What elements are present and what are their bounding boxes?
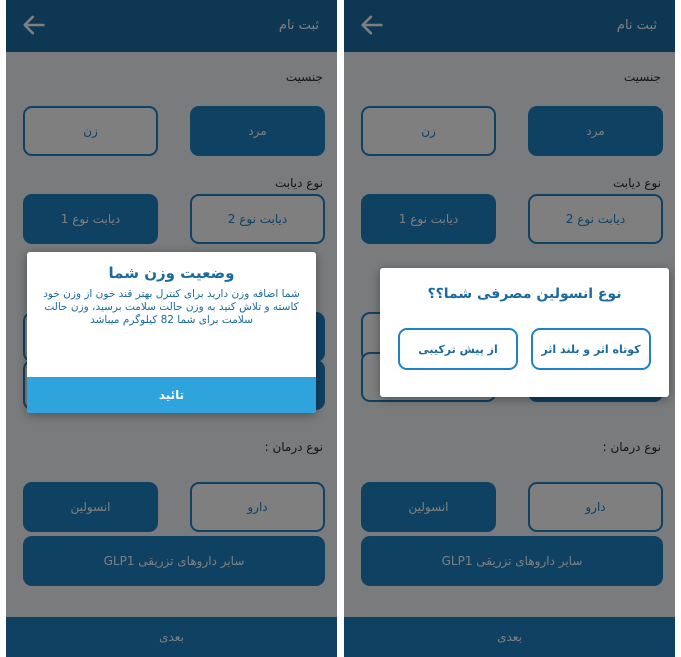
insulin-premixed-button[interactable]: از پیش ترکیبی	[398, 328, 518, 370]
insulin-short-long-button[interactable]: کوتاه اثر و بلند اثر	[531, 328, 651, 370]
insulin-type-dialog: نوع انسولین مصرفی شما؟؟ کوتاه اثر و بلند…	[380, 268, 669, 397]
dialog-title: نوع انسولین مصرفی شما؟؟	[427, 286, 622, 302]
phone-screen-insulin-type: ثبت نام جنسیت مرد زن نوع دیابت دیابت نوع…	[344, 0, 675, 657]
dialog-title: وضعیت وزن شما	[108, 264, 235, 282]
confirm-button[interactable]: تائید	[27, 377, 316, 413]
phone-screen-weight-status: ثبت نام جنسیت مرد زن نوع دیابت دیابت نوع…	[6, 0, 337, 657]
weight-status-dialog: وضعیت وزن شما شما اضافه وزن دارید برای ک…	[27, 252, 316, 413]
dialog-message: شما اضافه وزن دارید برای کنترل بهتر قند …	[43, 288, 300, 326]
